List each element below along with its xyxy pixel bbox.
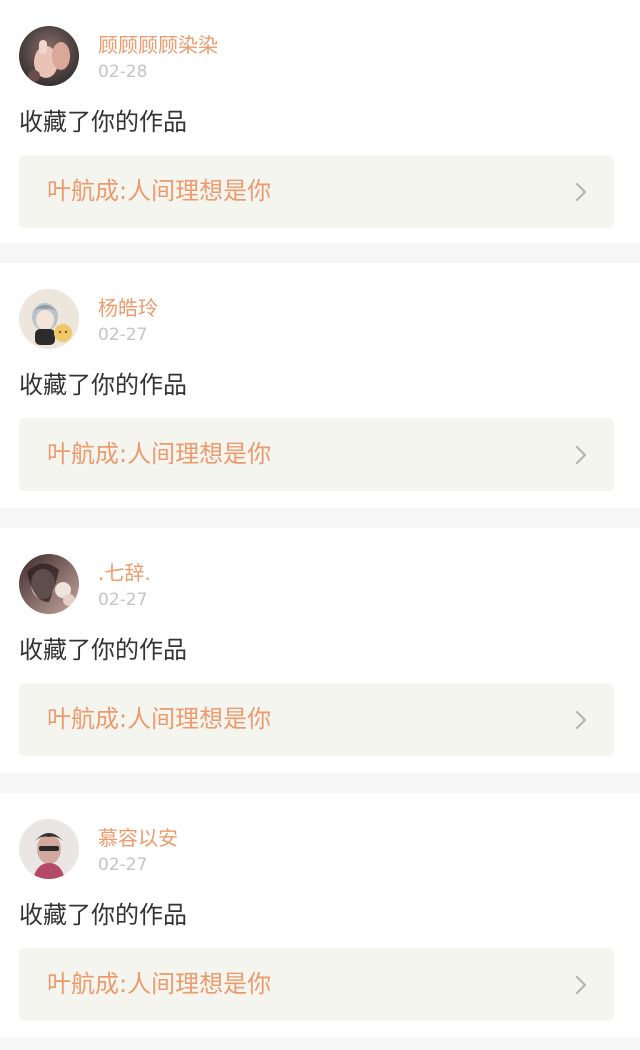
username[interactable]: 顾顾顾顾染染 [98, 32, 218, 58]
username[interactable]: .七辞. [98, 560, 151, 586]
user-avatar[interactable] [19, 289, 79, 349]
notification-card: 杨皓玲 02-27 收藏了你的作品 叶航成:人间理想是你 [0, 263, 640, 508]
user-avatar[interactable] [19, 819, 79, 879]
chevron-right-icon [574, 975, 588, 995]
work-title: 叶航成:人间理想是你 [47, 970, 272, 998]
user-avatar[interactable] [19, 554, 79, 614]
timestamp: 02-27 [98, 855, 148, 875]
timestamp: 02-27 [98, 590, 148, 610]
user-avatar[interactable] [19, 26, 79, 86]
chevron-right-icon [574, 710, 588, 730]
work-link[interactable]: 叶航成:人间理想是你 [19, 948, 614, 1021]
notification-card: .七辞. 02-27 收藏了你的作品 叶航成:人间理想是你 [0, 528, 640, 773]
chevron-right-icon [574, 445, 588, 465]
timestamp: 02-27 [98, 325, 148, 345]
action-text: 收藏了你的作品 [19, 108, 187, 136]
notification-card: 慕容以安 02-27 收藏了你的作品 叶航成:人间理想是你 [0, 793, 640, 1038]
notification-card: 顾顾顾顾染染 02-28 收藏了你的作品 叶航成:人间理想是你 [0, 0, 640, 243]
work-link[interactable]: 叶航成:人间理想是你 [19, 418, 614, 491]
timestamp: 02-28 [98, 62, 148, 82]
username[interactable]: 杨皓玲 [98, 295, 158, 321]
work-title: 叶航成:人间理想是你 [47, 177, 272, 205]
notification-feed: 顾顾顾顾染染 02-28 收藏了你的作品 叶航成:人间理想是你 杨皓玲 02-2… [0, 0, 640, 1038]
username[interactable]: 慕容以安 [98, 825, 178, 851]
work-title: 叶航成:人间理想是你 [47, 705, 272, 733]
work-title: 叶航成:人间理想是你 [47, 440, 272, 468]
action-text: 收藏了你的作品 [19, 371, 187, 399]
action-text: 收藏了你的作品 [19, 901, 187, 929]
chevron-right-icon [574, 182, 588, 202]
work-link[interactable]: 叶航成:人间理想是你 [19, 683, 614, 756]
action-text: 收藏了你的作品 [19, 636, 187, 664]
work-link[interactable]: 叶航成:人间理想是你 [19, 155, 614, 228]
